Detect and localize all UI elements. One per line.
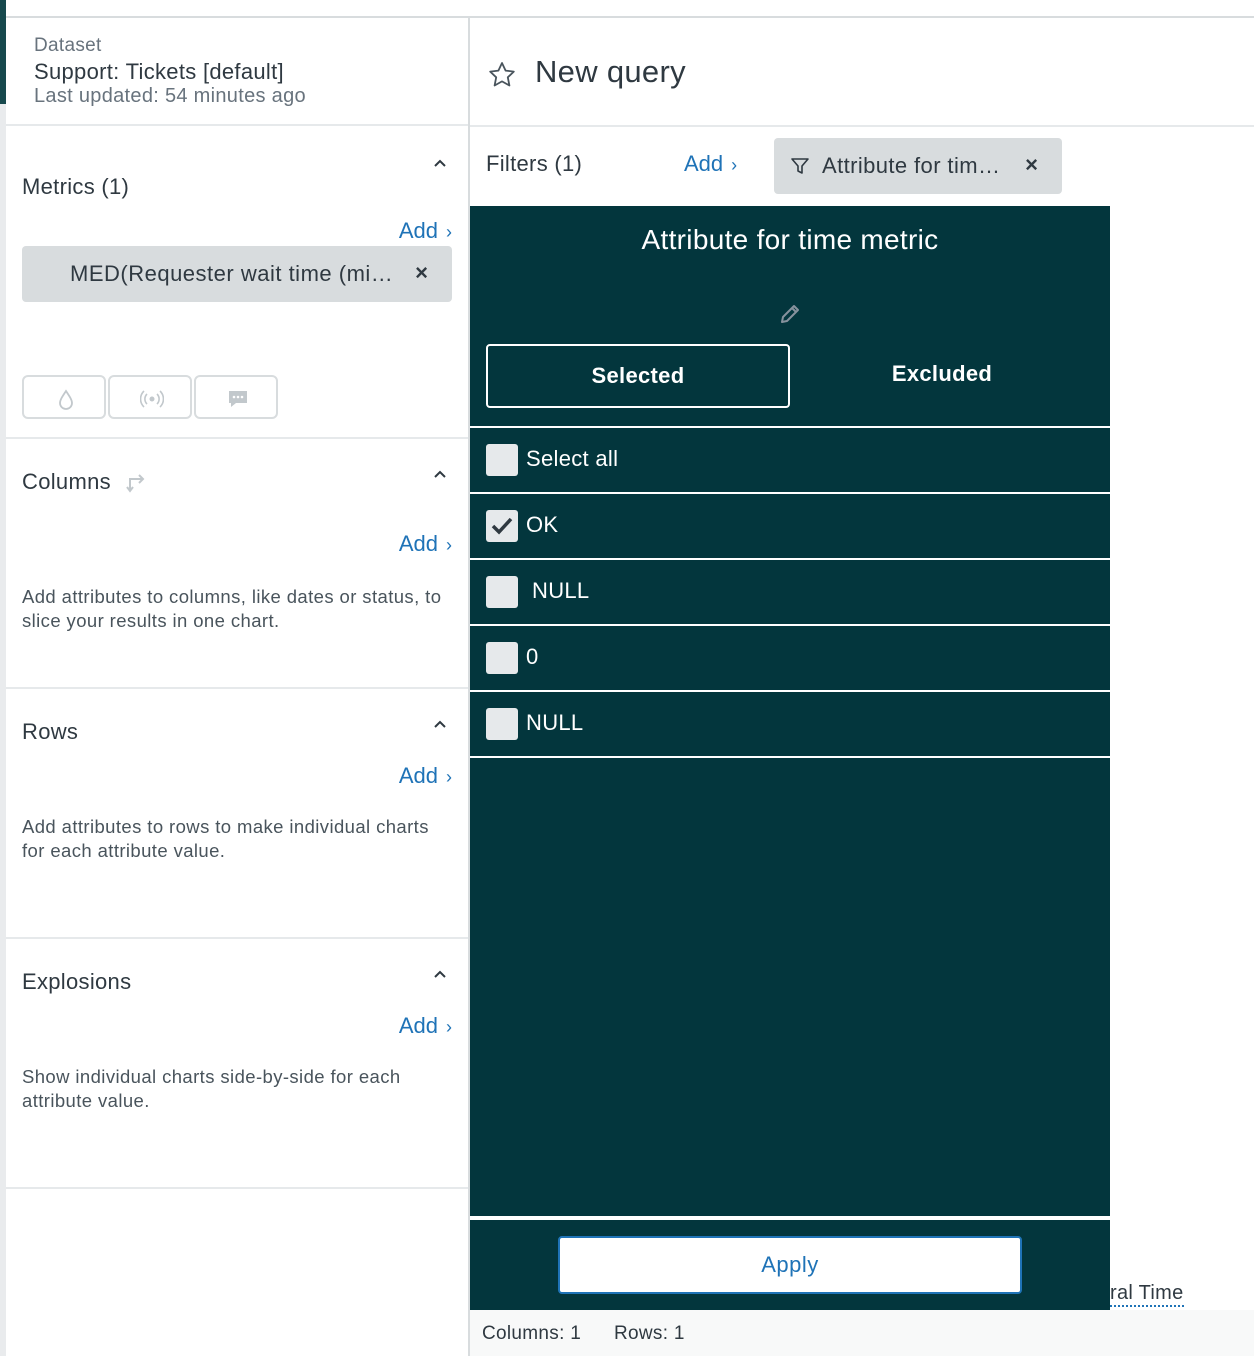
explosions-add-link[interactable]: Add › xyxy=(399,1013,452,1039)
option-label: NULL xyxy=(526,710,584,735)
filters-title: Filters (1) xyxy=(486,151,583,176)
columns-title: Columns xyxy=(22,469,149,495)
option-null-2[interactable]: NULL xyxy=(470,690,1110,754)
columns-add-label: Add xyxy=(398,531,438,556)
chevron-up-icon[interactable] xyxy=(434,969,446,981)
metrics-add-label: Add xyxy=(398,218,438,243)
checkbox[interactable] xyxy=(486,642,518,674)
divider xyxy=(470,756,1110,758)
dataset-updated: Last updated: 54 minutes ago xyxy=(34,85,306,107)
chevron-right-icon: › xyxy=(446,767,452,787)
rows-title: Rows xyxy=(22,719,79,744)
columns-title-text: Columns xyxy=(22,469,111,494)
tab-excluded[interactable]: Excluded xyxy=(790,344,1094,408)
star-icon[interactable] xyxy=(487,60,517,90)
filter-chip-label: Attribute for tim… xyxy=(822,153,1001,178)
broadcast-icon-button[interactable] xyxy=(108,375,192,419)
filters-add-link[interactable]: Add › xyxy=(684,151,737,177)
chevron-right-icon: › xyxy=(446,535,452,555)
option-label: OK xyxy=(526,512,559,537)
dataset-name: Support: Tickets [default] xyxy=(34,59,284,84)
filters-add-label: Add xyxy=(684,151,724,176)
comment-icon xyxy=(229,391,247,407)
drop-icon-button[interactable] xyxy=(22,375,106,419)
filter-popover: Attribute for time metric Selected Exclu… xyxy=(470,206,1110,1310)
chevron-right-icon: › xyxy=(731,155,738,175)
background-link[interactable]: ral Time xyxy=(1110,1282,1184,1307)
chevron-up-icon[interactable] xyxy=(434,469,446,481)
checkmark-icon xyxy=(491,517,513,535)
metrics-section: Metrics (1) Add › MED(Requester wait time… xyxy=(6,126,468,439)
chevron-up-icon[interactable] xyxy=(434,719,446,731)
chevron-right-icon: › xyxy=(446,1017,452,1037)
metric-pill-label: MED(Requester wait time (mi… xyxy=(70,261,394,286)
option-ok[interactable]: OK xyxy=(470,492,1110,556)
rows-section: Rows Add › Add attributes to rows to make… xyxy=(6,689,468,939)
popover-title: Attribute for time metric xyxy=(641,224,939,255)
filter-chip[interactable]: Attribute for tim… × xyxy=(774,138,1062,194)
explosions-description: Show individual charts side-by-side for … xyxy=(22,1066,401,1111)
tab-selected[interactable]: Selected xyxy=(486,344,790,408)
checkbox[interactable] xyxy=(486,576,518,608)
explosions-add-label: Add xyxy=(398,1013,438,1038)
option-label: 0 xyxy=(526,644,539,669)
dataset-label: Dataset xyxy=(34,35,102,56)
metrics-add-link[interactable]: Add › xyxy=(399,218,452,244)
divider xyxy=(470,1216,1110,1220)
status-bar: Columns: 1 Rows: 1 xyxy=(470,1310,1254,1356)
checkbox[interactable] xyxy=(486,444,518,476)
close-icon[interactable]: × xyxy=(415,260,428,286)
dataset-info[interactable]: Dataset Support: Tickets [default] Last … xyxy=(6,18,468,126)
metrics-title: Metrics (1) xyxy=(22,174,130,199)
pencil-icon[interactable] xyxy=(778,302,802,326)
comment-icon-button[interactable] xyxy=(194,375,278,419)
query-header: New query xyxy=(470,18,1254,127)
option-zero[interactable]: 0 xyxy=(470,624,1110,688)
checkbox[interactable] xyxy=(486,708,518,740)
chevron-up-icon[interactable] xyxy=(434,158,446,170)
columns-add-link[interactable]: Add › xyxy=(399,531,452,557)
option-label: NULL xyxy=(532,578,590,603)
apply-button[interactable]: Apply xyxy=(558,1236,1022,1294)
metric-pill[interactable]: MED(Requester wait time (mi… × xyxy=(22,246,452,302)
rows-description: Add attributes to rows to make individua… xyxy=(22,816,429,861)
broadcast-icon xyxy=(140,390,164,408)
explosions-title: Explosions xyxy=(22,969,132,994)
explosions-section: Explosions Add › Show individual charts s… xyxy=(6,939,468,1189)
option-null-1[interactable]: NULL xyxy=(470,558,1110,622)
columns-description: Add attributes to columns, like dates or… xyxy=(22,586,442,631)
drop-icon xyxy=(59,389,73,410)
status-rows: Rows: 1 xyxy=(614,1323,685,1344)
swap-arrows-icon[interactable] xyxy=(125,469,149,493)
rows-add-label: Add xyxy=(398,763,438,788)
filter-icon xyxy=(791,158,809,174)
close-icon[interactable]: × xyxy=(1025,152,1038,178)
checkbox-checked[interactable] xyxy=(486,510,518,542)
option-label: Select all xyxy=(526,446,619,471)
chevron-right-icon: › xyxy=(446,222,452,242)
option-select-all[interactable]: Select all xyxy=(470,426,1110,490)
page-title[interactable]: New query xyxy=(535,54,686,90)
status-columns: Columns: 1 xyxy=(482,1323,582,1344)
rows-add-link[interactable]: Add › xyxy=(399,763,452,789)
columns-section: Columns Add › Add attributes to columns, … xyxy=(6,439,468,689)
query-sidebar: Dataset Support: Tickets [default] Last … xyxy=(6,18,470,1356)
